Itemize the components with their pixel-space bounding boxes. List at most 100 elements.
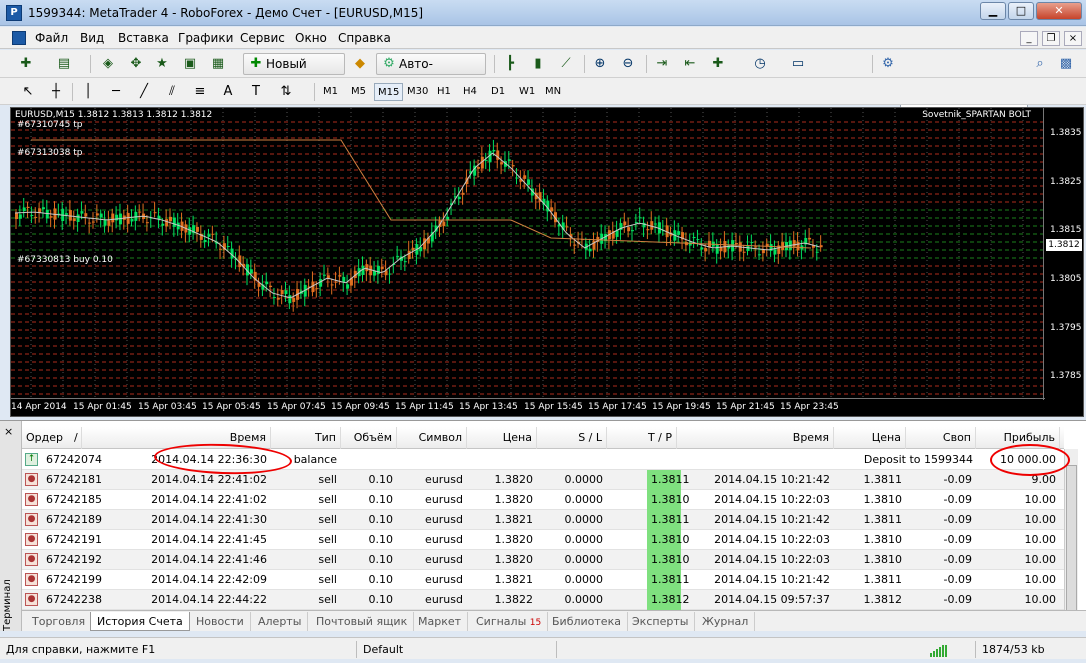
text-label-icon[interactable]: T: [246, 82, 266, 102]
cursor-icon[interactable]: ↖: [18, 82, 38, 102]
tab-mailbox[interactable]: Почтовый ящик: [310, 612, 415, 631]
channel-icon[interactable]: ⫽: [162, 82, 182, 102]
tab-experts[interactable]: Эксперты: [626, 612, 696, 631]
new-order-button[interactable]: ✚ Новый Ордер: [243, 53, 345, 91]
tab-account-history[interactable]: История Счета: [90, 612, 190, 631]
sort-indicator: /: [74, 431, 78, 444]
tf-m15[interactable]: M15: [374, 83, 404, 101]
table-row[interactable]: ● 67242199 2014.04.14 22:42:09 sell 0.10 euru…: [22, 570, 1064, 590]
fibonacci-icon[interactable]: ≡: [190, 82, 210, 102]
sell-order-icon: ●: [25, 533, 38, 546]
mdi-close-button[interactable]: ×: [1064, 31, 1082, 46]
tf-m1[interactable]: M1: [320, 83, 341, 101]
chart-shift-icon[interactable]: ⇤: [680, 54, 700, 74]
menu-help[interactable]: Справка: [338, 31, 391, 45]
col-volume[interactable]: Объём: [341, 427, 397, 449]
tf-m5[interactable]: M5: [348, 83, 369, 101]
table-row[interactable]: ● 67242181 2014.04.14 22:41:02 sell 0.10 euru…: [22, 470, 1064, 490]
navigator-icon[interactable]: ★: [152, 54, 172, 74]
options-gear-icon[interactable]: ⚙: [878, 54, 898, 74]
table-scrollbar[interactable]: [1064, 449, 1078, 629]
candlestick-icon[interactable]: ▮: [528, 54, 548, 74]
minimize-button[interactable]: ▁: [980, 2, 1006, 20]
indicators-icon[interactable]: ✚: [708, 54, 728, 74]
tf-m30[interactable]: M30: [404, 83, 431, 101]
market-watch-icon[interactable]: ◈: [98, 54, 118, 74]
candle-body: [761, 249, 765, 254]
tf-h1[interactable]: H1: [434, 83, 454, 101]
data-window-icon[interactable]: ✥: [126, 54, 146, 74]
col-close-time[interactable]: Время: [677, 427, 834, 449]
mdi-minimize-button[interactable]: _: [1020, 31, 1038, 46]
menu-insert[interactable]: Вставка: [118, 31, 169, 45]
new-chart-icon[interactable]: ✚: [16, 54, 36, 74]
auto-trading-button[interactable]: ⚙ Авто-торговля: [376, 53, 486, 91]
templates-icon[interactable]: ▭: [788, 54, 808, 74]
candle-body: [500, 162, 504, 165]
table-row[interactable]: ● 67242192 2014.04.14 22:41:46 sell 0.10 euru…: [22, 550, 1064, 570]
tab-signals[interactable]: Сигналы 15: [470, 612, 549, 631]
menu-charts[interactable]: Графики: [178, 31, 233, 45]
zoom-in-icon[interactable]: ⊕: [590, 54, 610, 74]
col-type[interactable]: Тип: [271, 427, 341, 449]
table-row[interactable]: ● 67242185 2014.04.14 22:41:02 sell 0.10 euru…: [22, 490, 1064, 510]
menu-file[interactable]: Файл: [35, 31, 68, 45]
close-button[interactable]: ✕: [1036, 2, 1082, 20]
col-symbol[interactable]: Символ: [397, 427, 467, 449]
tab-library[interactable]: Библиотека: [546, 612, 628, 631]
tab-trade[interactable]: Торговля: [26, 612, 93, 631]
search-icon[interactable]: ⌕: [1030, 54, 1050, 74]
crosshair-icon[interactable]: ┼: [46, 82, 66, 102]
trendline-icon[interactable]: ╱: [134, 82, 154, 102]
menu-tools[interactable]: Сервис: [240, 31, 285, 45]
tf-d1[interactable]: D1: [488, 83, 508, 101]
tab-market[interactable]: Маркет: [412, 612, 469, 631]
auto-scroll-icon[interactable]: ⇥: [652, 54, 672, 74]
cell-comment: Deposit to 1599344: [863, 453, 973, 466]
strategy-tester-icon[interactable]: ▦: [208, 54, 228, 74]
cell-profit: 10.00: [1024, 573, 1057, 586]
zoom-out-icon[interactable]: ⊖: [618, 54, 638, 74]
menu-window[interactable]: Окно: [295, 31, 327, 45]
arrows-icon[interactable]: ⇅: [276, 82, 296, 102]
candle-body: [365, 264, 369, 272]
cell-price: 1.3822: [494, 593, 534, 606]
bar-chart-icon[interactable]: ┣: [500, 54, 520, 74]
menu-view[interactable]: Вид: [80, 31, 104, 45]
community-icon[interactable]: ▩: [1056, 54, 1076, 74]
cell-order: 67242192: [46, 553, 102, 566]
col-swap[interactable]: Своп: [906, 427, 976, 449]
maximize-button[interactable]: □: [1008, 2, 1034, 20]
connection-icon: [930, 644, 952, 657]
tab-journal[interactable]: Журнал: [696, 612, 756, 631]
chart-window-icon[interactable]: [12, 31, 26, 45]
table-row[interactable]: ● 67242238 2014.04.14 22:44:22 sell 0.10 euru…: [22, 590, 1064, 610]
terminal-icon[interactable]: ▣: [180, 54, 200, 74]
tf-w1[interactable]: W1: [516, 83, 538, 101]
col-tp[interactable]: T / P: [607, 427, 677, 449]
tf-h4[interactable]: H4: [460, 83, 480, 101]
title-bar[interactable]: P 1599344: MetaTrader 4 - RoboForex - Де…: [0, 0, 1086, 26]
terminal-close-icon[interactable]: ×: [4, 425, 13, 438]
text-icon[interactable]: A: [218, 82, 238, 102]
table-row[interactable]: ● 67242191 2014.04.14 22:41:45 sell 0.10 euru…: [22, 530, 1064, 550]
horizontal-line-icon[interactable]: ─: [106, 82, 126, 102]
table-row[interactable]: ● 67242189 2014.04.14 22:41:30 sell 0.10 euru…: [22, 510, 1064, 530]
periods-icon[interactable]: ◷: [750, 54, 770, 74]
tab-news[interactable]: Новости: [190, 612, 251, 631]
vertical-line-icon[interactable]: │: [78, 82, 98, 102]
cell-close-time: 2014.04.15 10:22:03: [714, 493, 830, 506]
col-close-price[interactable]: Цена: [834, 427, 906, 449]
tab-alerts[interactable]: Алерты: [252, 612, 309, 631]
tf-mn[interactable]: MN: [542, 83, 564, 101]
col-sl[interactable]: S / L: [537, 427, 607, 449]
profiles-icon[interactable]: ▤: [54, 54, 74, 74]
cell-order: 67242238: [46, 593, 102, 606]
line-chart-icon[interactable]: ⟋: [556, 54, 576, 74]
candle-body: [249, 269, 253, 274]
metaeditor-icon[interactable]: ◆: [350, 54, 370, 74]
scrollbar-thumb[interactable]: [1066, 465, 1077, 615]
mdi-restore-button[interactable]: ❐: [1042, 31, 1060, 46]
col-price[interactable]: Цена: [467, 427, 537, 449]
price-chart[interactable]: EURUSD,M15 1.3812 1.3813 1.3812 1.3812 S…: [10, 107, 1084, 417]
